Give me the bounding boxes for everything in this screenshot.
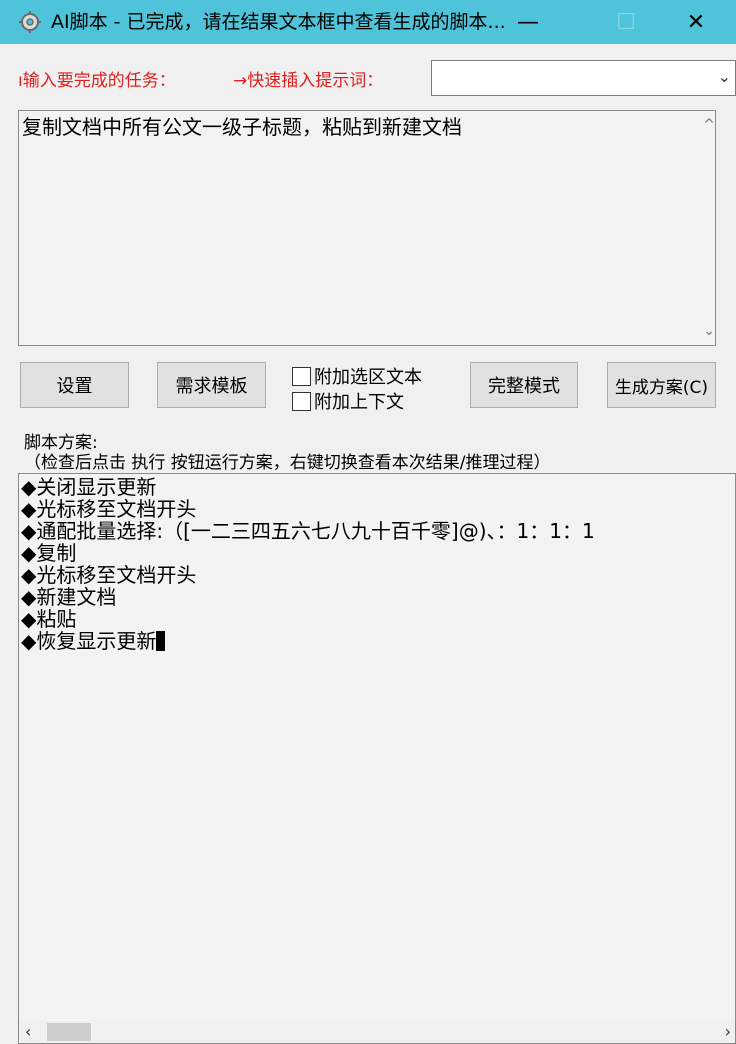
scroll-left-icon[interactable]: ‹ [25, 1022, 31, 1041]
prompt-dropdown[interactable]: ⌄ [431, 60, 736, 96]
gear-icon [19, 11, 41, 33]
attach-context-checkbox[interactable]: 附加上下文 [292, 388, 404, 414]
maximize-icon: ☐ [616, 9, 636, 35]
close-button[interactable]: ✕ [664, 0, 728, 44]
settings-button[interactable]: 设置 [20, 362, 129, 408]
scroll-up-icon[interactable]: ^ [703, 117, 715, 133]
checkbox-box[interactable] [292, 391, 311, 411]
task-textarea[interactable]: 复制文档中所有公文一级子标题，粘贴到新建文档 ^ ⌄ [18, 110, 716, 346]
result-line: ◆光标移至文档开头 [21, 563, 197, 587]
result-line: ◆新建文档 [21, 585, 117, 609]
result-line: ◆光标移至文档开头 [21, 497, 197, 521]
result-textarea[interactable]: ◆关闭显示更新 ◆光标移至文档开头 ◆通配批量选择:（[一二三四五六七八九十百千… [18, 473, 736, 1044]
text-cursor [156, 631, 166, 651]
window-title: AI脚本 - 已完成，请在结果文本框中查看生成的脚本... [51, 11, 506, 33]
full-mode-button[interactable]: 完整模式 [470, 362, 578, 408]
attach-selection-checkbox[interactable]: 附加选区文本 [292, 363, 422, 389]
task-text: 复制文档中所有公文一级子标题，粘贴到新建文档 [22, 115, 462, 139]
result-line: ◆关闭显示更新 [21, 475, 157, 499]
minimize-icon: — [517, 9, 539, 35]
quick-insert-label: →快速插入提示词： [233, 71, 384, 91]
minimize-button[interactable]: — [496, 0, 560, 44]
scroll-down-icon[interactable]: ⌄ [703, 323, 715, 339]
result-line: ◆复制 [21, 541, 77, 565]
chevron-down-icon: ⌄ [717, 67, 731, 86]
maximize-button[interactable]: ☐ [594, 0, 658, 44]
task-label: ı输入要完成的任务： [18, 71, 176, 91]
title-bar: AI脚本 - 已完成，请在结果文本框中查看生成的脚本... — ☐ ✕ [0, 0, 736, 44]
attach-context-label: 附加上下文 [314, 392, 404, 413]
result-lines: ◆关闭显示更新 ◆光标移至文档开头 ◆通配批量选择:（[一二三四五六七八九十百千… [21, 476, 595, 652]
result-line-last: ◆恢复显示更新 [21, 630, 595, 652]
plan-hint: （检查后点击 执行 按钮运行方案，右键切换查看本次结果/推理过程） [24, 453, 551, 473]
scrollbar-thumb[interactable] [47, 1023, 91, 1041]
result-line: ◆粘贴 [21, 607, 77, 631]
generate-plan-button[interactable]: 生成方案(C) [607, 362, 716, 408]
horizontal-scrollbar[interactable]: ‹ › [19, 1021, 735, 1043]
template-button[interactable]: 需求模板 [157, 362, 266, 408]
checkbox-box[interactable] [292, 366, 311, 386]
result-line: ◆通配批量选择:（[一二三四五六七八九十百千零]@)、：1：1：1 [21, 519, 595, 543]
scroll-right-icon[interactable]: › [725, 1022, 731, 1041]
attach-selection-label: 附加选区文本 [314, 367, 422, 388]
close-icon: ✕ [686, 9, 706, 35]
